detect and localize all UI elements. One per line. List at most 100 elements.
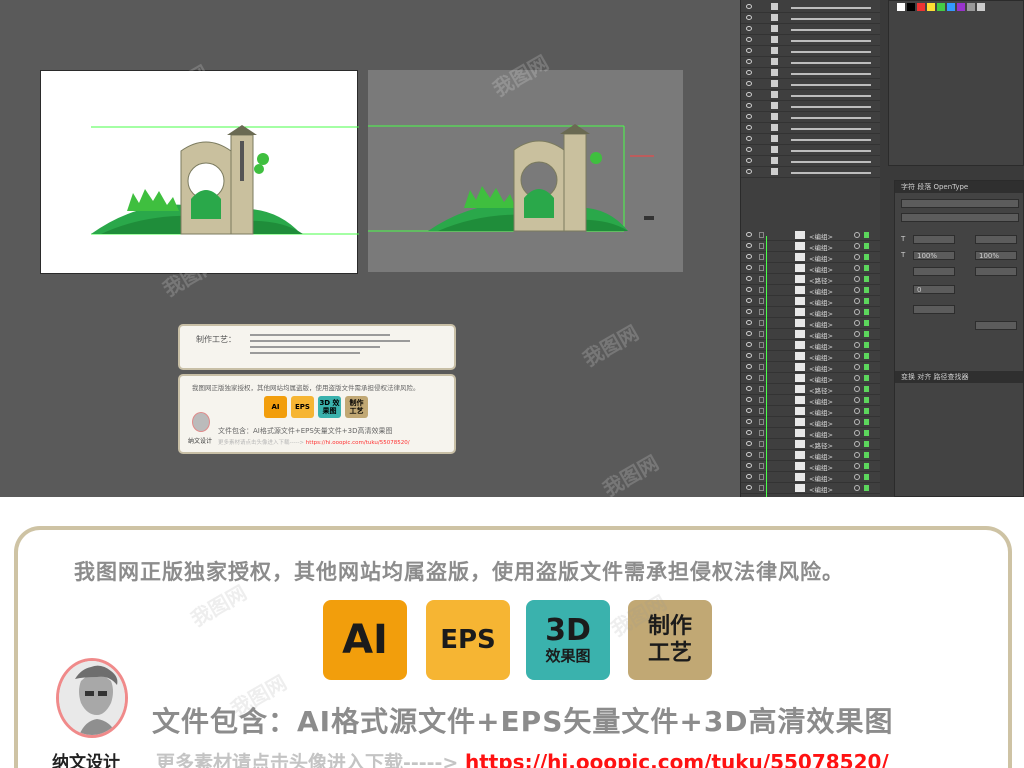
swatch[interactable] xyxy=(977,3,985,11)
visibility-eye-icon[interactable] xyxy=(746,353,752,358)
selection-square[interactable] xyxy=(864,386,869,392)
lock-toggle-icon[interactable] xyxy=(759,452,764,458)
tree-row[interactable] xyxy=(741,24,881,35)
visibility-eye-icon[interactable] xyxy=(746,386,752,391)
layer-row[interactable]: <编组> xyxy=(741,373,881,384)
checkbox[interactable] xyxy=(771,168,778,175)
target-circle-icon[interactable] xyxy=(854,309,860,315)
target-circle-icon[interactable] xyxy=(854,243,860,249)
swatch[interactable] xyxy=(947,3,955,11)
target-circle-icon[interactable] xyxy=(854,386,860,392)
visibility-eye-icon[interactable] xyxy=(746,408,752,413)
visibility-eye-icon[interactable] xyxy=(746,169,752,174)
visibility-eye-icon[interactable] xyxy=(746,452,752,457)
target-circle-icon[interactable] xyxy=(854,331,860,337)
visibility-eye-icon[interactable] xyxy=(746,147,752,152)
lock-toggle-icon[interactable] xyxy=(759,342,764,348)
tree-row[interactable] xyxy=(741,35,881,46)
rotation-field[interactable] xyxy=(913,305,955,314)
selection-square[interactable] xyxy=(864,419,869,425)
visibility-eye-icon[interactable] xyxy=(746,265,752,270)
swatch[interactable] xyxy=(957,3,965,11)
layer-row[interactable]: <编组> xyxy=(741,329,881,340)
visibility-eye-icon[interactable] xyxy=(746,125,752,130)
lock-toggle-icon[interactable] xyxy=(759,243,764,249)
lock-toggle-icon[interactable] xyxy=(759,463,764,469)
visibility-eye-icon[interactable] xyxy=(746,419,752,424)
lock-toggle-icon[interactable] xyxy=(759,375,764,381)
checkbox[interactable] xyxy=(771,135,778,142)
lock-toggle-icon[interactable] xyxy=(759,408,764,414)
tree-row[interactable] xyxy=(741,112,881,123)
checkbox[interactable] xyxy=(771,80,778,87)
selection-square[interactable] xyxy=(864,243,869,249)
selection-square[interactable] xyxy=(864,408,869,414)
selection-square[interactable] xyxy=(864,287,869,293)
visibility-eye-icon[interactable] xyxy=(746,232,752,237)
swatch[interactable] xyxy=(907,3,915,11)
font-family-field[interactable] xyxy=(901,199,1019,208)
lock-toggle-icon[interactable] xyxy=(759,353,764,359)
selection-square[interactable] xyxy=(864,353,869,359)
selection-square[interactable] xyxy=(864,452,869,458)
swatch[interactable] xyxy=(927,3,935,11)
layer-row[interactable]: <编组> xyxy=(741,263,881,274)
swatch[interactable] xyxy=(917,3,925,11)
visibility-eye-icon[interactable] xyxy=(746,48,752,53)
checkbox[interactable] xyxy=(771,102,778,109)
target-circle-icon[interactable] xyxy=(854,298,860,304)
layer-row[interactable]: <编组> xyxy=(741,296,881,307)
visibility-eye-icon[interactable] xyxy=(746,92,752,97)
visibility-eye-icon[interactable] xyxy=(746,59,752,64)
transform-tabs[interactable]: 变换 对齐 路径查找器 xyxy=(895,371,1023,383)
swatch[interactable] xyxy=(967,3,975,11)
lock-toggle-icon[interactable] xyxy=(759,419,764,425)
download-link[interactable]: https://hi.ooopic.com/tuku/55078520/ xyxy=(465,750,889,768)
lock-toggle-icon[interactable] xyxy=(759,397,764,403)
visibility-eye-icon[interactable] xyxy=(746,81,752,86)
visibility-eye-icon[interactable] xyxy=(746,158,752,163)
target-circle-icon[interactable] xyxy=(854,397,860,403)
selection-square[interactable] xyxy=(864,276,869,282)
visibility-eye-icon[interactable] xyxy=(746,320,752,325)
lock-toggle-icon[interactable] xyxy=(759,232,764,238)
tree-row[interactable] xyxy=(741,57,881,68)
target-circle-icon[interactable] xyxy=(854,287,860,293)
visibility-eye-icon[interactable] xyxy=(746,309,752,314)
layer-row[interactable]: <编组> xyxy=(741,450,881,461)
layer-row[interactable]: <编组> xyxy=(741,472,881,483)
swatch[interactable] xyxy=(897,3,905,11)
baseline-field[interactable]: 0 xyxy=(913,285,955,294)
lock-toggle-icon[interactable] xyxy=(759,364,764,370)
selection-square[interactable] xyxy=(864,485,869,491)
selection-square[interactable] xyxy=(864,254,869,260)
target-circle-icon[interactable] xyxy=(854,474,860,480)
checkbox[interactable] xyxy=(771,69,778,76)
target-circle-icon[interactable] xyxy=(854,463,860,469)
visibility-eye-icon[interactable] xyxy=(746,430,752,435)
lock-toggle-icon[interactable] xyxy=(759,320,764,326)
visibility-eye-icon[interactable] xyxy=(746,37,752,42)
checkbox[interactable] xyxy=(771,58,778,65)
lock-toggle-icon[interactable] xyxy=(759,265,764,271)
tree-row[interactable] xyxy=(741,156,881,167)
selection-square[interactable] xyxy=(864,320,869,326)
layer-row[interactable]: <编组> xyxy=(741,241,881,252)
leading-field[interactable] xyxy=(975,235,1017,244)
layer-row[interactable]: <编组> xyxy=(741,307,881,318)
canvas-area[interactable]: 制作工艺： 我图网正版独家授权，其他网站均属盗版，使用盗版文件需承担侵权法律风险… xyxy=(0,0,740,497)
selection-square[interactable] xyxy=(864,342,869,348)
target-circle-icon[interactable] xyxy=(854,375,860,381)
layer-row[interactable]: <编组> xyxy=(741,351,881,362)
layer-row[interactable]: <编组> xyxy=(741,285,881,296)
visibility-eye-icon[interactable] xyxy=(746,463,752,468)
lock-toggle-icon[interactable] xyxy=(759,386,764,392)
target-circle-icon[interactable] xyxy=(854,320,860,326)
layer-row[interactable]: <编组> xyxy=(741,461,881,472)
target-circle-icon[interactable] xyxy=(854,408,860,414)
checkbox[interactable] xyxy=(771,124,778,131)
swatches-panel[interactable] xyxy=(888,0,1024,166)
target-circle-icon[interactable] xyxy=(854,342,860,348)
target-circle-icon[interactable] xyxy=(854,485,860,491)
visibility-eye-icon[interactable] xyxy=(746,254,752,259)
